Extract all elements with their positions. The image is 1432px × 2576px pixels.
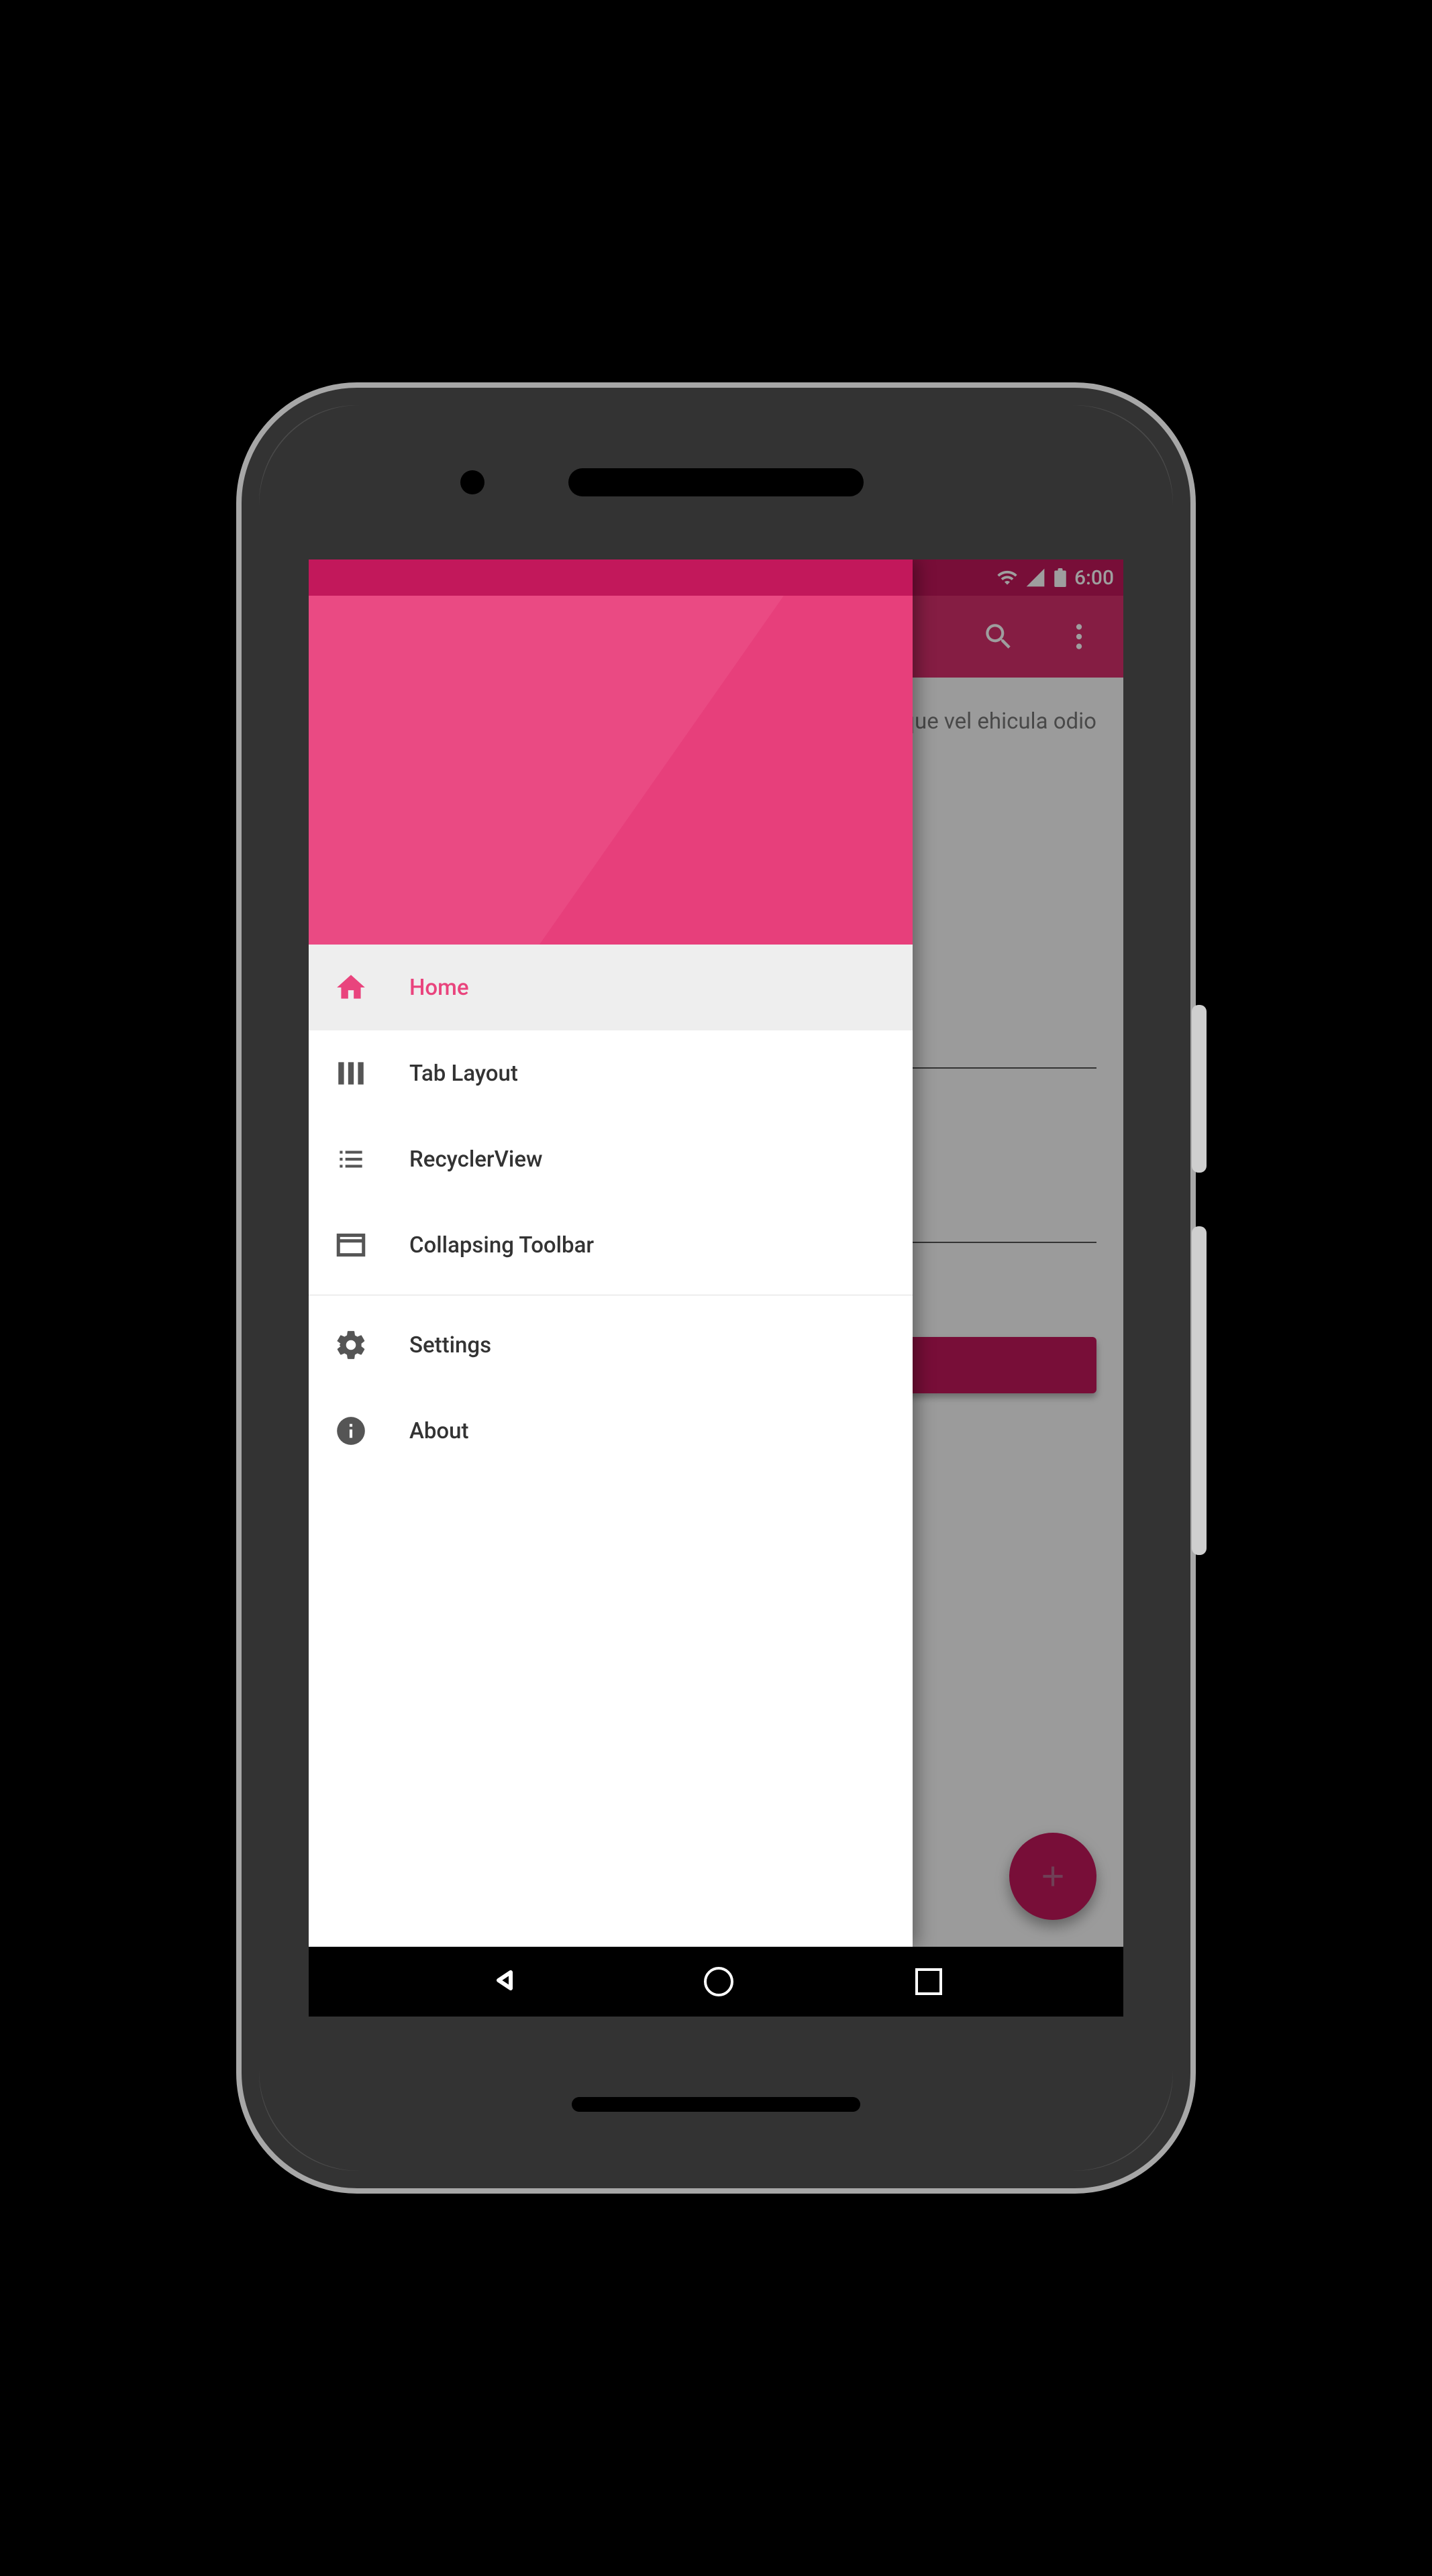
volume-rocker[interactable] — [1192, 1226, 1207, 1555]
home-icon — [334, 971, 368, 1004]
drawer-item-tab-layout[interactable]: Tab Layout — [309, 1030, 913, 1116]
earpiece-slot — [568, 468, 864, 496]
drawer-item-recyclerview[interactable]: RecyclerView — [309, 1116, 913, 1202]
drawer-item-home[interactable]: Home — [309, 945, 913, 1030]
drawer-item-label: About — [409, 1418, 469, 1444]
navigation-drawer: Home Tab Layout RecyclerView Collapsing … — [309, 559, 913, 1947]
drawer-item-collapsing-toolbar[interactable]: Collapsing Toolbar — [309, 1202, 913, 1288]
nav-back-button[interactable] — [491, 1964, 523, 1999]
back-icon — [491, 1964, 523, 1996]
info-icon — [334, 1414, 368, 1448]
nav-home-button[interactable] — [704, 1967, 733, 1996]
drawer-item-label: Tab Layout — [409, 1061, 518, 1087]
mic-slot — [572, 2097, 860, 2112]
drawer-item-label: Home — [409, 975, 469, 1001]
drawer-header — [309, 596, 913, 945]
list-icon — [334, 1142, 368, 1176]
phone-frame: 6:00 g elit. sque vel ehicula odio — [236, 382, 1196, 2194]
recent-square-icon — [915, 1968, 942, 1995]
front-camera — [460, 470, 484, 494]
power-button[interactable] — [1192, 1005, 1207, 1173]
device-screen: 6:00 g elit. sque vel ehicula odio — [309, 559, 1123, 2017]
nav-recent-button[interactable] — [915, 1968, 942, 1995]
drawer-item-settings[interactable]: Settings — [309, 1302, 913, 1388]
phone-body: 6:00 g elit. sque vel ehicula odio — [259, 405, 1173, 2171]
drawer-item-label: RecyclerView — [409, 1146, 542, 1173]
drawer-item-about[interactable]: About — [309, 1388, 913, 1474]
gear-icon — [334, 1328, 368, 1362]
tabs-icon — [334, 1057, 368, 1090]
drawer-status-strip — [309, 559, 913, 596]
drawer-item-label: Settings — [409, 1332, 491, 1358]
phone-top — [259, 405, 1173, 559]
drawer-item-label: Collapsing Toolbar — [409, 1232, 594, 1258]
home-circle-icon — [704, 1967, 733, 1996]
system-nav-bar — [309, 1947, 1123, 2017]
toolbar-icon — [334, 1228, 368, 1262]
